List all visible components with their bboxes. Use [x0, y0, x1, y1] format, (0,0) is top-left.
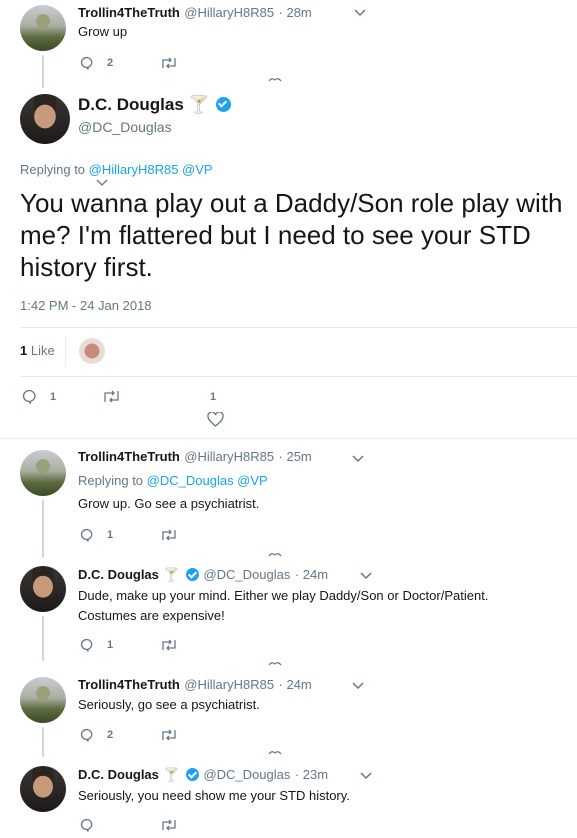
- verified-icon: [186, 568, 199, 581]
- tweet-text: Grow up. Go see a psychiatrist.: [78, 496, 260, 511]
- user-name[interactable]: D.C. Douglas: [78, 767, 159, 782]
- user-name[interactable]: Trollin4TheTruth: [78, 449, 180, 464]
- reply-count: 1: [50, 391, 57, 403]
- tweet-time[interactable]: · 24m: [295, 567, 328, 582]
- replying-label: Replying to: [78, 473, 144, 488]
- tweet-text: Seriously, you need show me your STD his…: [78, 788, 350, 803]
- chevron-down-icon[interactable]: [352, 682, 364, 690]
- chevron-down-icon[interactable]: [354, 9, 366, 17]
- user-handle[interactable]: @DC_Douglas: [203, 567, 290, 582]
- tweet-time[interactable]: · 28m: [279, 5, 312, 20]
- reply-count: 2: [107, 729, 114, 741]
- verified-icon: [186, 768, 199, 781]
- chevron-down-icon[interactable]: [360, 572, 372, 580]
- user-name[interactable]: D.C. Douglas: [78, 567, 159, 582]
- user-name[interactable]: Trollin4TheTruth: [78, 677, 180, 692]
- user-name[interactable]: Trollin4TheTruth: [78, 5, 180, 20]
- tweet-text: Seriously, go see a psychiatrist.: [78, 697, 260, 712]
- retweet-icon[interactable]: [160, 818, 178, 832]
- replying-label: Replying to: [20, 162, 86, 177]
- divider: [20, 376, 577, 377]
- reply-count: 1: [107, 639, 114, 651]
- avatar[interactable]: [20, 450, 66, 496]
- more-icon[interactable]: [268, 76, 282, 82]
- more-icon[interactable]: [268, 660, 282, 666]
- reply-icon[interactable]: [80, 56, 94, 70]
- chevron-down-icon[interactable]: [352, 455, 364, 463]
- tweet-timestamp[interactable]: 1:42 PM - 24 Jan 2018: [20, 298, 152, 313]
- tweet-time[interactable]: · 23m: [295, 767, 328, 782]
- main-user-name[interactable]: D.C. Douglas: [78, 95, 184, 114]
- cocktail-icon: 🍸: [163, 767, 180, 782]
- likes-count[interactable]: 1: [20, 343, 27, 358]
- reply-count: 2: [107, 57, 114, 69]
- retweet-icon[interactable]: [160, 638, 178, 652]
- user-handle[interactable]: @HillaryH8R85: [184, 677, 274, 692]
- reply-icon[interactable]: [80, 528, 94, 542]
- tweet-text: Grow up: [78, 24, 128, 39]
- reply-icon[interactable]: [80, 818, 94, 832]
- thread-line: [42, 55, 44, 88]
- retweet-icon[interactable]: [160, 528, 178, 542]
- main-tweet-text: You wanna play out a Daddy/Son role play…: [20, 188, 563, 282]
- chevron-down-icon[interactable]: [360, 772, 372, 780]
- reply-icon[interactable]: [22, 389, 37, 404]
- thread-line: [42, 727, 44, 757]
- chevron-down-icon[interactable]: [96, 179, 108, 187]
- reply-icon[interactable]: [80, 728, 94, 742]
- replying-to-link[interactable]: @HillaryH8R85 @VP: [89, 162, 213, 177]
- avatar[interactable]: [20, 677, 66, 723]
- more-icon[interactable]: [268, 551, 282, 557]
- avatar[interactable]: [20, 5, 66, 51]
- like-count: 1: [210, 391, 217, 403]
- retweet-icon[interactable]: [102, 389, 121, 404]
- divider: [65, 336, 66, 366]
- tweet-time[interactable]: · 25m: [279, 449, 312, 464]
- avatar[interactable]: [20, 566, 66, 612]
- user-handle[interactable]: @HillaryH8R85: [184, 5, 274, 20]
- thread-line: [42, 500, 44, 558]
- more-icon[interactable]: [268, 749, 282, 755]
- user-handle[interactable]: @HillaryH8R85: [184, 449, 274, 464]
- likes-label[interactable]: Like: [31, 343, 55, 358]
- user-handle[interactable]: @DC_Douglas: [203, 767, 290, 782]
- main-user-handle[interactable]: @DC_Douglas: [78, 119, 172, 135]
- verified-icon: [215, 97, 231, 112]
- avatar[interactable]: [20, 766, 66, 812]
- reply-icon[interactable]: [80, 638, 94, 652]
- reply-count: 1: [107, 529, 114, 541]
- heart-icon[interactable]: [207, 412, 224, 427]
- cocktail-icon: 🍸: [188, 95, 210, 114]
- tweet-text: Dude, make up your mind. Either we play …: [78, 588, 489, 623]
- thread-line: [42, 616, 44, 661]
- divider: [0, 438, 577, 439]
- replying-to-link[interactable]: @DC_Douglas @VP: [147, 473, 268, 488]
- cocktail-icon: 🍸: [163, 567, 180, 582]
- retweet-icon[interactable]: [160, 728, 178, 742]
- retweet-icon[interactable]: [160, 56, 178, 70]
- avatar[interactable]: [20, 94, 70, 144]
- liker-avatar[interactable]: [79, 338, 105, 364]
- divider: [20, 327, 577, 328]
- tweet-time[interactable]: · 24m: [279, 677, 312, 692]
